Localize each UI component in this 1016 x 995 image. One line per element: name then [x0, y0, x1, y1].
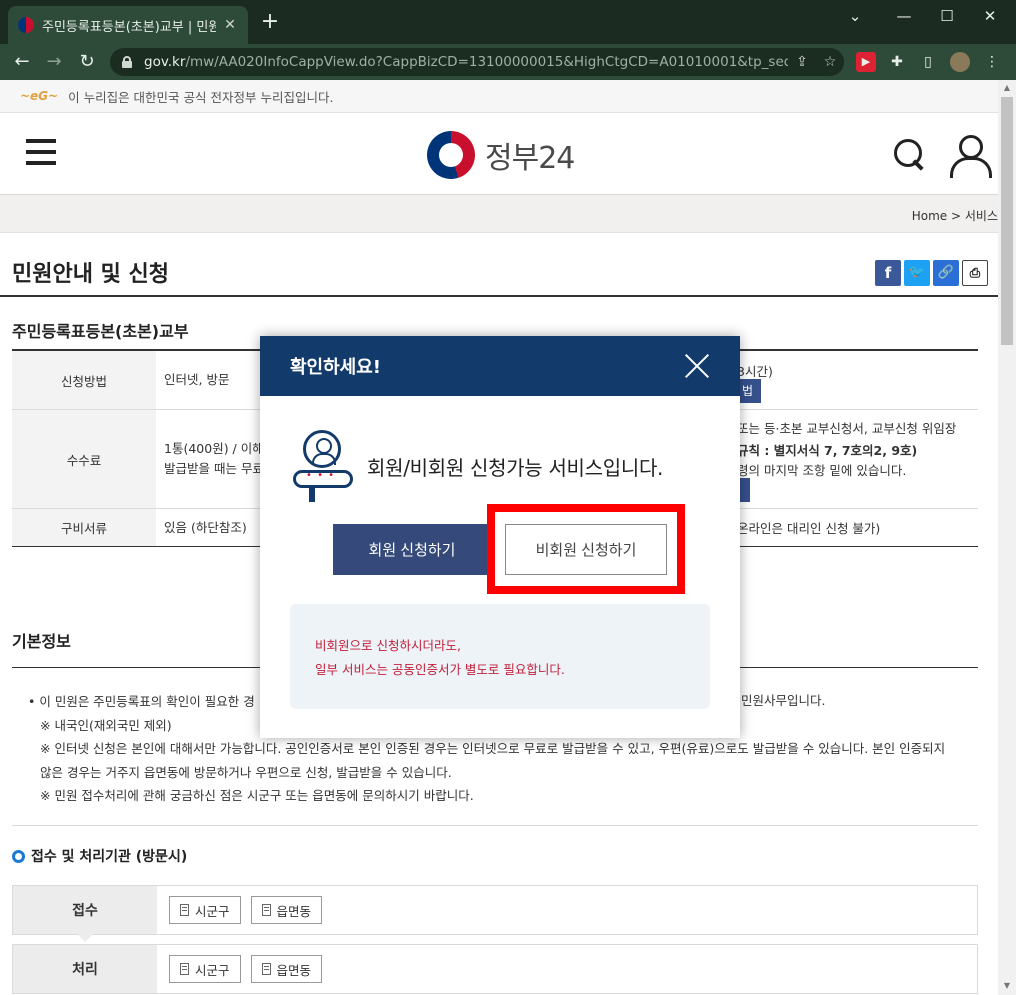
- window-close-icon[interactable]: ✕: [978, 6, 1002, 26]
- bookmark-star-icon[interactable]: ☆: [816, 54, 844, 70]
- menu-kebab-icon[interactable]: ⋮: [982, 52, 1002, 72]
- minimize-icon[interactable]: —: [892, 6, 916, 26]
- tab-title: 주민등록표등본(초본)교부 | 민원: [42, 19, 216, 35]
- profile-avatar[interactable]: [950, 52, 970, 72]
- extension-red-icon[interactable]: ▶: [856, 52, 876, 72]
- side-panel-icon[interactable]: ▯: [918, 52, 938, 72]
- address-bar[interactable]: gov.kr/mw/AA020InfoCappView.do?CappBizCD…: [110, 48, 844, 76]
- modal-header: 확인하세요!: [260, 336, 740, 396]
- member-card-icon: [293, 430, 353, 502]
- notice-line: 비회원으로 신청하시더라도,: [315, 638, 461, 653]
- notice-line: 일부 서비스는 공동인증서가 별도로 필요합니다.: [315, 662, 565, 677]
- guest-apply-button[interactable]: 비회원 신청하기: [505, 524, 667, 575]
- browser-tab[interactable]: 주민등록표등본(초본)교부 | 민원 ✕: [8, 6, 248, 44]
- extensions-puzzle-icon[interactable]: ✚: [887, 52, 907, 72]
- modal-message: 회원/비회원 신청가능 서비스입니다.: [367, 455, 664, 480]
- modal-message-row: 회원/비회원 신청가능 서비스입니다.: [293, 430, 663, 502]
- url-text: gov.kr/mw/AA020InfoCappView.do?CappBizCD…: [144, 54, 788, 70]
- member-apply-button[interactable]: 회원 신청하기: [333, 524, 491, 575]
- share-icon[interactable]: ⇪: [788, 54, 816, 70]
- modal-notice: 비회원으로 신청하시더라도, 일부 서비스는 공동인증서가 별도로 필요합니다.: [290, 604, 710, 709]
- browser-tab-bar: 주민등록표등본(초본)교부 | 민원 ✕ + ⌄ — ☐ ✕: [0, 0, 1016, 44]
- new-tab-icon[interactable]: +: [258, 10, 282, 34]
- gov24-favicon-icon: [18, 17, 34, 33]
- scrollbar-thumb[interactable]: [1001, 97, 1013, 345]
- forward-arrow-icon[interactable]: →: [42, 50, 66, 74]
- modal-title: 확인하세요!: [290, 357, 382, 378]
- lock-icon: [122, 56, 132, 68]
- scroll-up-icon[interactable]: ▲: [1001, 82, 1013, 94]
- tab-search-chevron-icon[interactable]: ⌄: [843, 6, 867, 26]
- close-icon[interactable]: [684, 353, 710, 379]
- maximize-icon[interactable]: ☐: [935, 6, 959, 26]
- reload-icon[interactable]: ↻: [75, 50, 99, 74]
- back-arrow-icon[interactable]: ←: [10, 50, 34, 74]
- scroll-down-icon[interactable]: ▼: [1001, 980, 1013, 992]
- tab-close-icon[interactable]: ✕: [222, 17, 238, 33]
- confirm-modal: 확인하세요! 회원/비회원 신청가능 서비스입니다. 회원 신청하기 비회원 신…: [260, 336, 740, 738]
- browser-toolbar: ← → ↻ gov.kr/mw/AA020InfoCappView.do?Cap…: [0, 44, 1016, 80]
